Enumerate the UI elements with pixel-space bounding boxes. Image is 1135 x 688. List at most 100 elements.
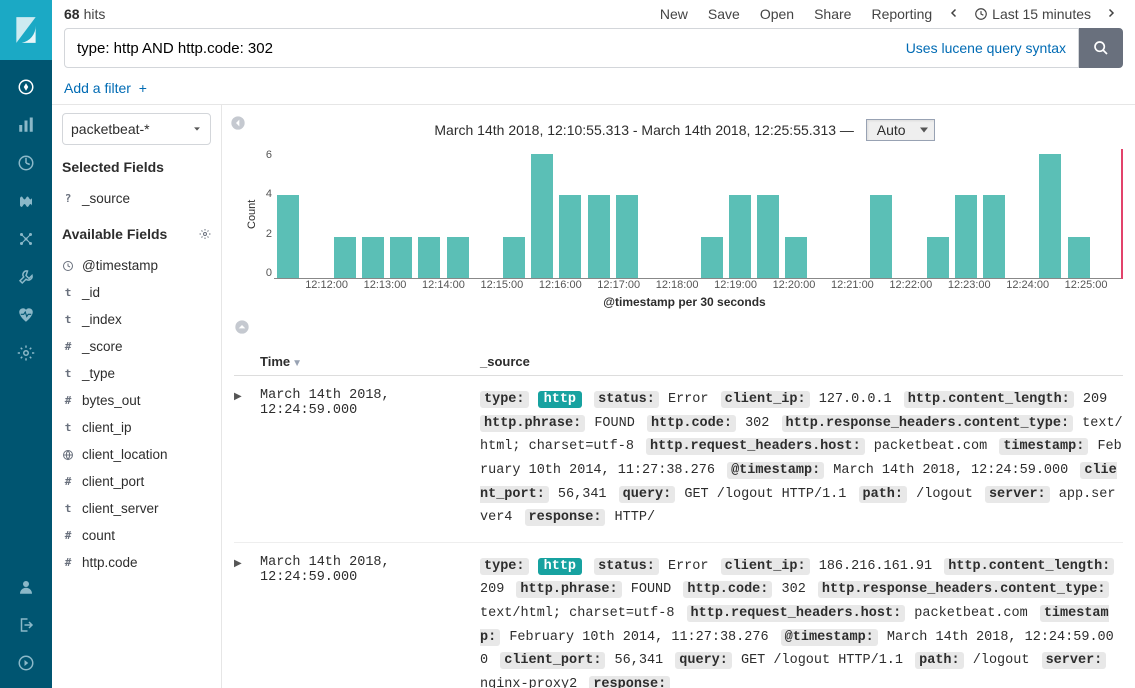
- chart-bar[interactable]: [390, 237, 412, 278]
- menu-reporting[interactable]: Reporting: [861, 6, 942, 22]
- field-value: GET /logout HTTP/1.1: [684, 487, 846, 502]
- chart-bar[interactable]: [588, 195, 610, 278]
- nav-visualize-icon[interactable]: [0, 106, 52, 144]
- field-key: @timestamp:: [727, 462, 824, 479]
- gear-icon[interactable]: [199, 228, 211, 240]
- field-item[interactable]: tclient_server: [62, 495, 211, 522]
- field-type-icon: t: [62, 314, 74, 326]
- nav-user-icon[interactable]: [0, 568, 52, 606]
- field-key: client_port:: [500, 652, 605, 669]
- chart-bar[interactable]: [757, 195, 779, 278]
- col-source-header[interactable]: _source: [480, 354, 1123, 369]
- nav-timelion-icon[interactable]: [0, 182, 52, 220]
- field-name: http.code: [82, 555, 138, 570]
- menu-new[interactable]: New: [650, 6, 698, 22]
- field-name: _index: [82, 312, 122, 327]
- field-type-icon: #: [62, 395, 74, 407]
- plus-icon: +: [135, 80, 147, 96]
- chart-bar[interactable]: [503, 237, 525, 278]
- chart-bar[interactable]: [927, 237, 949, 278]
- field-key: response:: [525, 509, 606, 526]
- field-item[interactable]: client_location: [62, 441, 211, 468]
- chart-bar[interactable]: [983, 195, 1005, 278]
- chart-bar[interactable]: [729, 195, 751, 278]
- chart-bar[interactable]: [418, 237, 440, 278]
- interval-select[interactable]: Auto: [866, 119, 935, 141]
- field-key: status:: [594, 391, 659, 408]
- field-key: http.request_headers.host:: [687, 605, 906, 622]
- menu-share[interactable]: Share: [804, 6, 861, 22]
- time-next-icon[interactable]: [1099, 6, 1123, 22]
- field-item[interactable]: #bytes_out: [62, 387, 211, 414]
- field-item[interactable]: #http.code: [62, 549, 211, 576]
- search-box[interactable]: Uses lucene query syntax: [64, 28, 1079, 68]
- time-prev-icon[interactable]: [942, 6, 966, 22]
- syntax-hint-link[interactable]: Uses lucene query syntax: [906, 40, 1066, 56]
- field-key: response:: [589, 676, 670, 688]
- nav-graph-icon[interactable]: [0, 220, 52, 258]
- field-item[interactable]: tclient_ip: [62, 414, 211, 441]
- chart-bar[interactable]: [1039, 154, 1061, 278]
- field-value: http: [538, 391, 582, 408]
- nav-logout-icon[interactable]: [0, 606, 52, 644]
- chart-bar[interactable]: [559, 195, 581, 278]
- kibana-logo[interactable]: [0, 0, 52, 60]
- nav-management-icon[interactable]: [0, 334, 52, 372]
- chart-bar[interactable]: [955, 195, 977, 278]
- nav-dashboard-icon[interactable]: [0, 144, 52, 182]
- nav-collapse-icon[interactable]: [0, 644, 52, 682]
- chart-bar[interactable]: [785, 237, 807, 278]
- field-item[interactable]: #client_port: [62, 468, 211, 495]
- clock-icon: [974, 7, 988, 21]
- field-name: _source: [82, 191, 130, 206]
- field-item[interactable]: ?_source: [62, 185, 211, 212]
- chart-bar[interactable]: [362, 237, 384, 278]
- chart-plot[interactable]: [274, 149, 1123, 279]
- field-type-icon: t: [62, 368, 74, 380]
- expand-row-icon[interactable]: ▶: [234, 555, 260, 688]
- chart-bar[interactable]: [1068, 237, 1090, 278]
- field-value: March 14th 2018, 12:24:59.000: [833, 463, 1068, 478]
- field-key: http.phrase:: [480, 415, 585, 432]
- field-type-icon: t: [62, 422, 74, 434]
- nav-discover-icon[interactable]: [0, 68, 52, 106]
- scroll-top-icon[interactable]: [234, 319, 1123, 338]
- expand-row-icon[interactable]: ▶: [234, 388, 260, 530]
- index-pattern-select[interactable]: packetbeat-*: [62, 113, 211, 145]
- field-value: packetbeat.com: [914, 606, 1027, 621]
- menu-save[interactable]: Save: [698, 6, 750, 22]
- hits-count: 68: [64, 6, 80, 22]
- menu-open[interactable]: Open: [750, 6, 804, 22]
- left-nav: [0, 0, 52, 688]
- field-item[interactable]: #count: [62, 522, 211, 549]
- row-time: March 14th 2018, 12:24:59.000: [260, 388, 480, 530]
- search-button[interactable]: [1079, 28, 1123, 68]
- discover-content: March 14th 2018, 12:10:55.313 - March 14…: [222, 105, 1135, 688]
- field-item[interactable]: t _index: [62, 306, 211, 333]
- chart-bar[interactable]: [277, 195, 299, 278]
- field-item[interactable]: @timestamp: [62, 252, 211, 279]
- chart-bar[interactable]: [701, 237, 723, 278]
- query-input[interactable]: [77, 40, 906, 57]
- nav-devtools-icon[interactable]: [0, 258, 52, 296]
- y-axis-label: Count: [246, 149, 260, 279]
- field-name: client_port: [82, 474, 144, 489]
- nav-monitoring-icon[interactable]: [0, 296, 52, 334]
- col-time-header[interactable]: Time▼: [260, 354, 480, 369]
- field-value: 302: [745, 416, 769, 431]
- chart-bar[interactable]: [334, 237, 356, 278]
- chart-bar[interactable]: [531, 154, 553, 278]
- field-item[interactable]: #_score: [62, 333, 211, 360]
- chart-bar[interactable]: [447, 237, 469, 278]
- time-picker[interactable]: Last 15 minutes: [966, 6, 1099, 22]
- document-table: Time▼ _source ▶March 14th 2018, 12:24:59…: [234, 348, 1123, 688]
- field-item[interactable]: t_type: [62, 360, 211, 387]
- chart-bar[interactable]: [616, 195, 638, 278]
- chart-bar[interactable]: [870, 195, 892, 278]
- collapse-sidebar-icon[interactable]: [230, 115, 246, 134]
- add-filter-link[interactable]: Add a filter +: [52, 76, 1135, 104]
- field-item[interactable]: t_id: [62, 279, 211, 306]
- field-key: query:: [619, 486, 676, 503]
- available-fields-header: Available Fields: [62, 226, 211, 242]
- field-key: http.content_length:: [904, 391, 1074, 408]
